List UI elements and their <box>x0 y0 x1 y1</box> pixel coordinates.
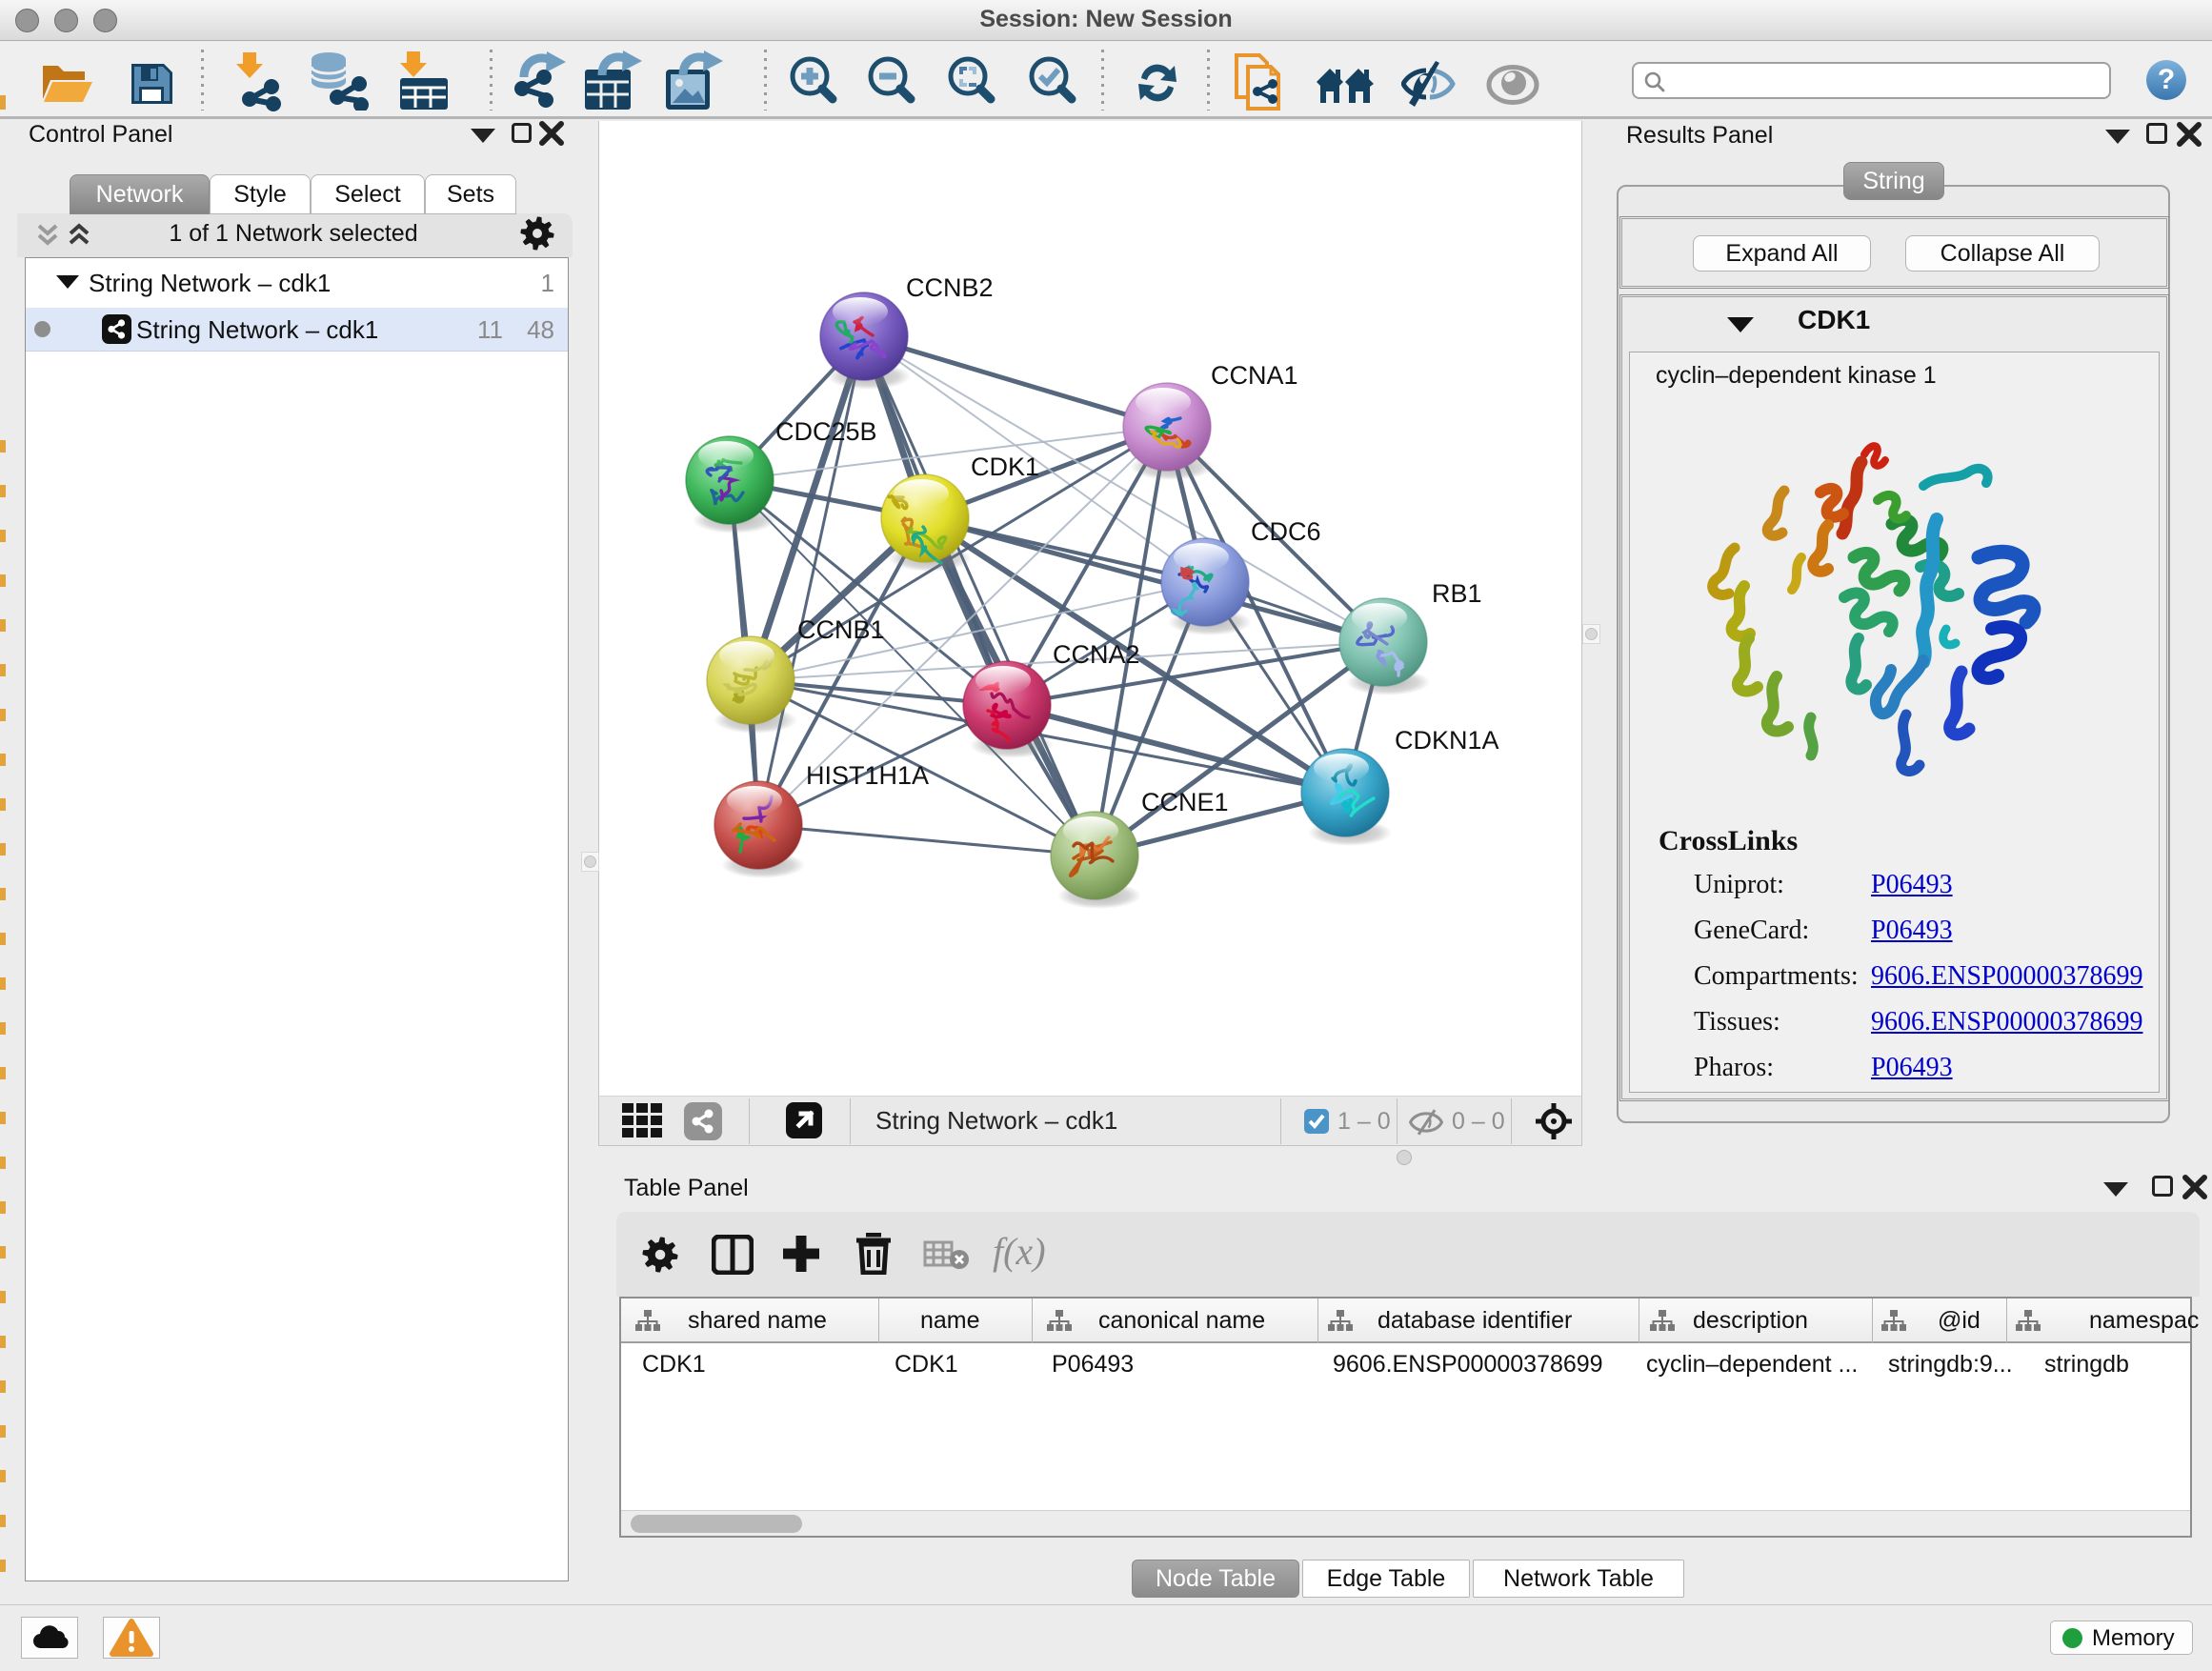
svg-text:CCNB2: CCNB2 <box>906 273 994 302</box>
svg-text:CDKN1A: CDKN1A <box>1395 726 1499 755</box>
svg-text:CCNB1: CCNB1 <box>797 615 885 644</box>
svg-text:RB1: RB1 <box>1432 579 1482 608</box>
svg-text:HIST1H1A: HIST1H1A <box>806 761 929 790</box>
svg-text:CDC25B: CDC25B <box>775 417 877 446</box>
svg-text:CDK1: CDK1 <box>971 453 1039 481</box>
svg-text:CDC6: CDC6 <box>1251 517 1321 546</box>
svg-text:CCNE1: CCNE1 <box>1141 788 1229 816</box>
svg-text:CCNA1: CCNA1 <box>1211 361 1298 390</box>
svg-text:CCNA2: CCNA2 <box>1053 640 1140 669</box>
